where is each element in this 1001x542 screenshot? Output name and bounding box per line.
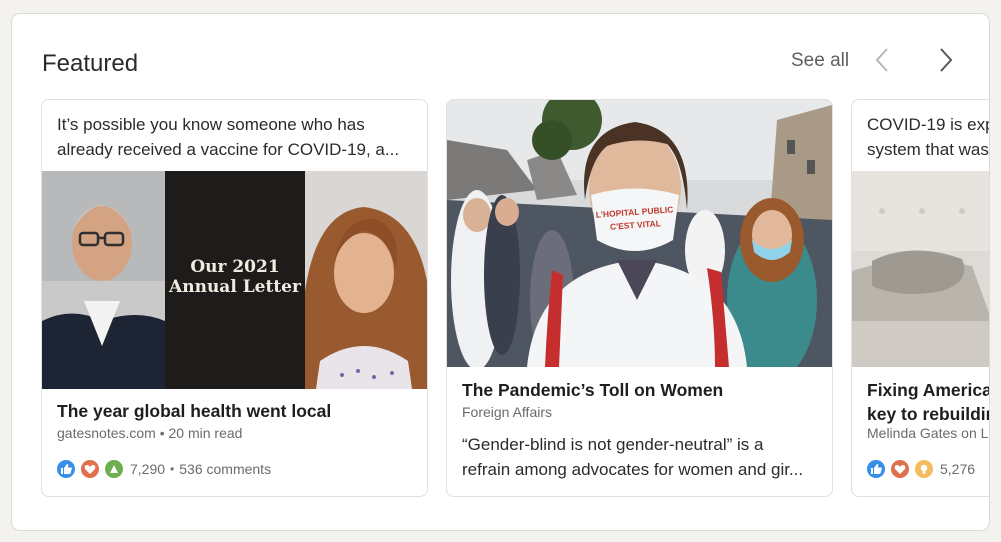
card-title: The year global health went local bbox=[57, 401, 332, 421]
chevron-right-icon bbox=[940, 48, 953, 72]
insightful-icon bbox=[915, 460, 933, 478]
desc-line: “Gender-blind is not gender-neutral” is … bbox=[462, 435, 764, 454]
protest-image: L'HOPITAL PUBLIC C'EST VITAL bbox=[447, 100, 832, 367]
annual-letter-image: Our 2021 Annual Letter bbox=[42, 171, 427, 389]
support-icon bbox=[105, 460, 123, 478]
intro-line: system that was bbox=[867, 140, 989, 159]
card-source: Melinda Gates on L bbox=[867, 425, 989, 441]
social-counts[interactable]: 5,276 bbox=[867, 460, 975, 478]
card-description: “Gender-blind is not gender-neutral” is … bbox=[462, 432, 818, 482]
reaction-count: 5,276 bbox=[940, 461, 976, 477]
featured-card-pandemic-women[interactable]: L'HOPITAL PUBLIC C'EST VITAL The Pandemi… bbox=[446, 99, 833, 497]
annual-letter-overlay-text: Our 2021 Annual Letter bbox=[165, 257, 305, 297]
card-source: Foreign Affairs bbox=[462, 404, 553, 420]
overlay-line: Our 2021 bbox=[190, 257, 280, 277]
intro-line: already received a vaccine for COVID-19,… bbox=[57, 140, 400, 159]
reaction-count: 7,290 bbox=[130, 461, 166, 477]
intro-line: It’s possible you know someone who has bbox=[57, 115, 365, 134]
card-title: The Pandemic’s Toll on Women bbox=[462, 380, 724, 400]
featured-card-fixing-america[interactable]: COVID-19 is exp system that was Fixing A… bbox=[851, 99, 990, 497]
card-intro-text: COVID-19 is exp system that was bbox=[867, 112, 990, 162]
love-icon bbox=[81, 460, 99, 478]
card-title: Fixing America’s key to rebuildin bbox=[867, 378, 990, 426]
like-icon bbox=[57, 460, 75, 478]
desc-line: refrain among advocates for women and gi… bbox=[462, 460, 804, 479]
bed-image bbox=[852, 171, 989, 367]
overlay-line: Annual Letter bbox=[169, 277, 301, 297]
title-line: key to rebuildin bbox=[867, 404, 990, 424]
section-title: Featured bbox=[42, 50, 139, 77]
card-intro-text: It’s possible you know someone who has a… bbox=[57, 112, 415, 162]
intro-line: COVID-19 is exp bbox=[867, 115, 990, 134]
separator-dot: • bbox=[170, 462, 175, 476]
prev-button[interactable] bbox=[867, 44, 899, 76]
social-counts[interactable]: 7,290 • 536 comments bbox=[57, 460, 271, 478]
love-icon bbox=[891, 460, 909, 478]
chevron-left-icon bbox=[875, 48, 888, 72]
like-icon bbox=[867, 460, 885, 478]
featured-card-gates-letter[interactable]: It’s possible you know someone who has a… bbox=[41, 99, 428, 497]
next-button[interactable] bbox=[929, 44, 961, 76]
comment-count[interactable]: 536 comments bbox=[179, 461, 271, 477]
card-source: gatesnotes.com • 20 min read bbox=[57, 425, 243, 441]
featured-section: Featured See all It’s possible you know … bbox=[11, 13, 990, 531]
see-all-link[interactable]: See all bbox=[791, 50, 849, 72]
title-line: Fixing America’s bbox=[867, 380, 989, 400]
